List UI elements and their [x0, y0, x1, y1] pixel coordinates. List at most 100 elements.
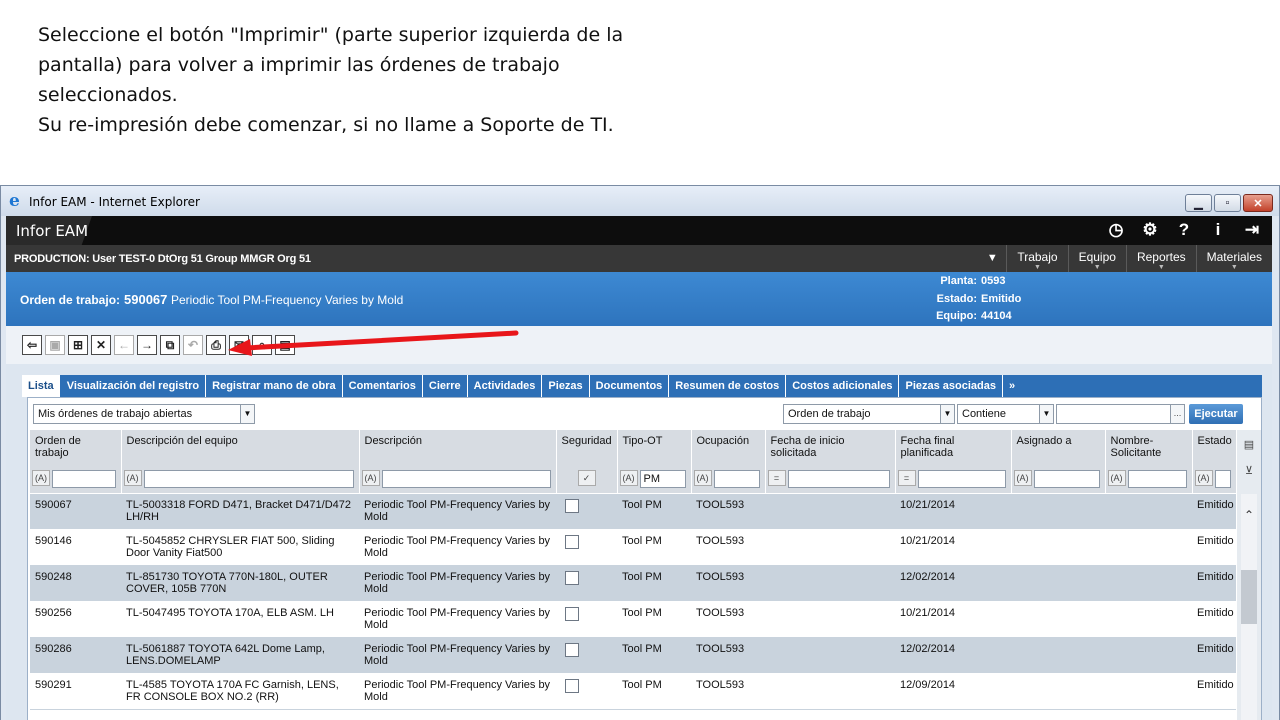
column-header[interactable]: Orden de trabajo — [30, 430, 122, 467]
column-header[interactable]: Asignado a — [1011, 430, 1106, 467]
scroll-up-icon[interactable]: ⌃ — [1241, 508, 1257, 524]
column-header[interactable]: Seguridad — [556, 430, 618, 467]
table-cell: Emitido — [1192, 529, 1236, 566]
info-icon[interactable]: i — [1208, 220, 1228, 240]
filter-mode-icon[interactable]: = — [897, 470, 916, 486]
safety-checkbox[interactable] — [565, 642, 579, 657]
clear-filter-icon[interactable]: ⊻ — [1242, 464, 1256, 478]
column-header[interactable]: Descripción del equipo — [121, 430, 360, 467]
tab-piezas-asociadas[interactable]: Piezas asociadas — [899, 375, 1003, 397]
help-icon[interactable]: ? — [1174, 220, 1194, 240]
table-cell: 10/21/2014 — [895, 601, 1011, 638]
dataspy-value: Mis órdenes de trabajo abiertas — [38, 408, 193, 420]
tab-lista[interactable]: Lista — [22, 375, 61, 397]
table-cell: Tool PM — [617, 529, 691, 566]
checkbox-filter-icon[interactable]: ✓ — [577, 470, 596, 486]
window-titlebar[interactable]: e Infor EAM - Internet Explorer ▁ ▫ ✕ — [1, 186, 1279, 216]
minimize-button[interactable]: ▁ — [1185, 194, 1212, 212]
table-row[interactable]: 590146 TL-5045852 CHRYSLER FIAT 500, Slid… — [30, 529, 1236, 566]
tab-piezas[interactable]: Piezas — [542, 375, 590, 397]
menu-equipo[interactable]: Equipo ▼ — [1067, 245, 1126, 272]
safety-checkbox[interactable] — [565, 606, 579, 621]
gear-icon[interactable]: ⚙ — [1140, 220, 1160, 240]
filter-mode-icon[interactable]: (A) — [361, 470, 380, 486]
table-cell — [765, 637, 895, 674]
column-header[interactable]: Tipo-OT — [617, 430, 692, 467]
column-filter-input[interactable] — [52, 470, 116, 488]
lookup-ellipsis-icon[interactable]: … — [1170, 405, 1184, 423]
table-cell: TOOL593 — [691, 493, 765, 530]
tab-actividades[interactable]: Actividades — [468, 375, 543, 397]
column-filter-input[interactable] — [1214, 470, 1231, 488]
column-header[interactable]: Estado — [1192, 430, 1237, 467]
column-header[interactable]: Fecha de inicio solicitada — [765, 430, 896, 467]
safety-checkbox[interactable] — [565, 570, 579, 585]
table-cell: TL-5061887 TOYOTA 642L Dome Lamp, LENS.D… — [121, 637, 359, 674]
filter-mode-icon[interactable]: (A) — [123, 470, 142, 486]
menu-reportes[interactable]: Reportes ▼ — [1125, 245, 1196, 272]
tab-documentos[interactable]: Documentos — [590, 375, 670, 397]
safety-checkbox-cell — [556, 601, 617, 638]
dataspy-select[interactable]: Mis órdenes de trabajo abiertas ▼ — [33, 404, 255, 424]
column-header[interactable]: Fecha final planificada — [895, 430, 1012, 467]
table-cell: Emitido — [1192, 673, 1236, 710]
scrollbar-thumb[interactable] — [1241, 570, 1257, 624]
tab-more-chevron[interactable]: » — [1003, 375, 1021, 397]
table-row[interactable]: 590286 TL-5061887 TOYOTA 642L Dome Lamp, … — [30, 637, 1236, 674]
table-cell: Emitido — [1192, 493, 1236, 530]
table-cell: Tool PM — [617, 565, 691, 602]
table-row[interactable]: 590067 TL-5003318 FORD D471, Bracket D471… — [30, 493, 1236, 530]
tab-resumen-de-costos[interactable]: Resumen de costos — [669, 375, 787, 397]
filter-mode-icon[interactable]: = — [767, 470, 786, 486]
tab-costos-adicionales[interactable]: Costos adicionales — [786, 375, 900, 397]
filter-value-input[interactable]: … — [1056, 404, 1185, 424]
tab-comentarios[interactable]: Comentarios — [343, 375, 423, 397]
menu-collapse-caret-icon[interactable]: ▼ — [978, 245, 1006, 272]
table-cell: Tool PM — [617, 637, 691, 674]
filter-mode-icon[interactable]: (A) — [693, 470, 712, 486]
menu-trabajo[interactable]: Trabajo ▼ — [1006, 245, 1067, 272]
column-filter-input[interactable] — [713, 470, 760, 488]
clock-icon[interactable]: ◷ — [1106, 220, 1126, 240]
chevron-down-icon: ▼ — [240, 405, 254, 423]
menu-materiales[interactable]: Materiales ▼ — [1195, 245, 1272, 272]
column-filter-input[interactable] — [1033, 470, 1100, 488]
column-filter-input[interactable] — [143, 470, 354, 488]
column-settings-icon[interactable]: ▤ — [1242, 438, 1256, 452]
maximize-button[interactable]: ▫ — [1214, 194, 1241, 212]
column-filter-input[interactable] — [1127, 470, 1187, 488]
close-button[interactable]: ✕ — [1243, 194, 1273, 212]
column-filter-input[interactable] — [787, 470, 890, 488]
grid-header-row: Orden de trabajo Descripción del equipo … — [30, 430, 1237, 467]
safety-checkbox-cell — [556, 529, 617, 566]
filter-mode-icon[interactable]: (A) — [1013, 470, 1032, 486]
table-row[interactable]: 590248 TL-851730 TOYOTA 770N-180L, OUTER … — [30, 565, 1236, 602]
table-cell: TL-851730 TOYOTA 770N-180L, OUTER COVER,… — [121, 565, 359, 602]
logout-icon[interactable]: ⇥ — [1242, 220, 1262, 240]
safety-checkbox[interactable] — [565, 498, 579, 513]
table-row[interactable]: 590256 TL-5047495 TOYOTA 170A, ELB ASM. L… — [30, 601, 1236, 638]
column-filter-input[interactable]: PM — [639, 470, 686, 488]
tab-visualizacion-del-registro[interactable]: Visualización del registro — [61, 375, 207, 397]
column-header[interactable]: Nombre-Solicitante — [1105, 430, 1193, 467]
filter-mode-icon[interactable]: (A) — [1194, 470, 1213, 486]
filter-field-select[interactable]: Orden de trabajo ▼ — [783, 404, 955, 424]
filter-mode-icon[interactable]: (A) — [32, 470, 50, 486]
safety-checkbox[interactable] — [565, 534, 579, 549]
column-header[interactable]: Descripción — [359, 430, 557, 467]
column-header[interactable]: Ocupación — [691, 430, 766, 467]
safety-checkbox[interactable] — [565, 678, 579, 693]
table-row[interactable]: 590291 TL-4585 TOYOTA 170A FC Garnish, LE… — [30, 673, 1236, 710]
filter-operator-select[interactable]: Contiene ▼ — [957, 404, 1054, 424]
run-button[interactable]: Ejecutar — [1189, 404, 1243, 424]
instruction-line: seleccionados. — [38, 84, 178, 106]
filter-mode-icon[interactable]: (A) — [619, 470, 638, 486]
tab-cierre[interactable]: Cierre — [423, 375, 468, 397]
table-cell — [1011, 529, 1105, 566]
tab-registrar-mano-de-obra[interactable]: Registrar mano de obra — [206, 375, 343, 397]
main-content: Lista Visualización del registro Registr… — [6, 364, 1272, 720]
table-cell: 12/02/2014 — [895, 637, 1011, 674]
column-filter-input[interactable] — [381, 470, 551, 488]
filter-mode-icon[interactable]: (A) — [1107, 470, 1126, 486]
column-filter-input[interactable] — [917, 470, 1006, 488]
